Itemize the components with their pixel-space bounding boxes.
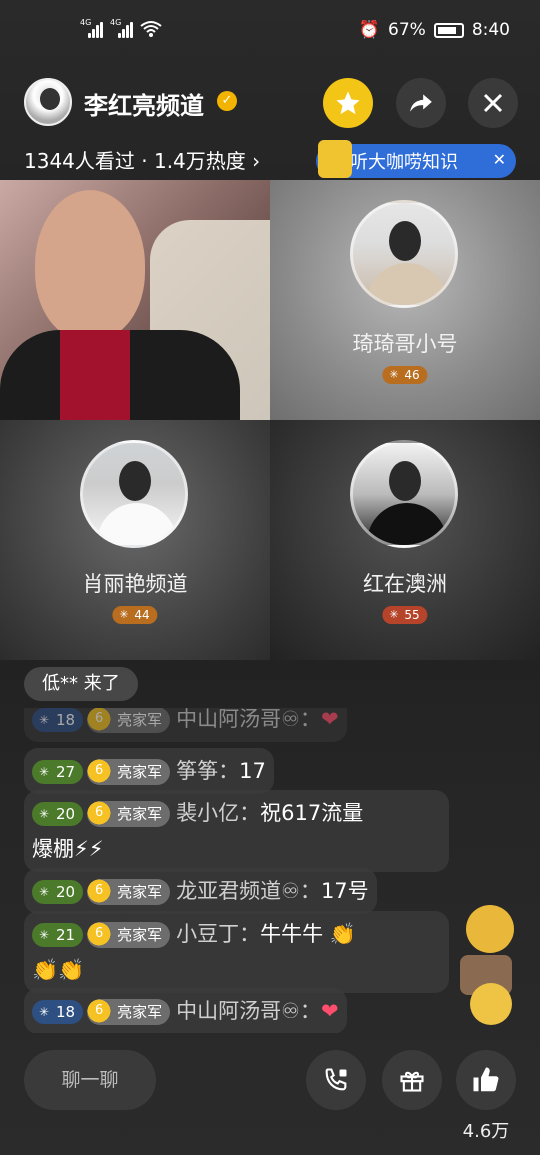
comment-text: 牛牛牛 👏 xyxy=(260,922,356,946)
phone-icon xyxy=(325,1068,347,1091)
guest-tile[interactable]: 肖丽艳频道 44 xyxy=(0,420,270,660)
comment-item: 20亮家军龙亚君频道♾：17号 xyxy=(24,868,377,914)
user-level-badge: 18 xyxy=(32,708,84,732)
user-level-badge: 20 xyxy=(32,802,84,826)
thumbs-up-icon xyxy=(473,1067,499,1092)
signal-icon: 4G xyxy=(80,18,103,38)
host-face xyxy=(35,190,145,340)
guest-name: 红在澳洲 xyxy=(363,572,447,596)
battery-percent: 67% xyxy=(388,20,426,40)
comment-user[interactable]: 小豆丁： xyxy=(176,922,260,946)
fan-badge: 亮家军 xyxy=(85,756,171,786)
guest-avatar xyxy=(350,200,458,308)
signal-icon: 4G xyxy=(110,18,133,38)
666-emoji-icon xyxy=(470,983,512,1025)
chat-input[interactable]: 聊一聊 xyxy=(24,1050,156,1110)
guest-avatar xyxy=(350,440,458,548)
guest-name: 肖丽艳频道 xyxy=(82,572,188,596)
channel-name[interactable]: 李红亮频道 xyxy=(84,86,204,121)
comment-user[interactable]: 龙亚君频道♾： xyxy=(176,879,321,903)
close-icon xyxy=(483,93,503,113)
share-icon xyxy=(410,94,432,112)
comment-user[interactable]: 裴小亿： xyxy=(176,801,260,825)
heart-icon: ❤ xyxy=(320,708,339,731)
status-bar: 4G 4G ⏰ 67% 8:40 xyxy=(0,0,540,62)
promo-banner[interactable]: 听大咖唠知识 ✕ xyxy=(316,140,516,178)
comment-item: 18亮家军中山阿汤哥♾：❤ xyxy=(24,708,347,742)
share-button[interactable] xyxy=(396,78,446,128)
guest-level-badge: 55 xyxy=(382,606,428,624)
viewer-stats[interactable]: 1344人看过 · 1.4万热度 › xyxy=(24,145,260,174)
fan-badge: 亮家军 xyxy=(85,876,171,906)
user-level-badge: 18 xyxy=(32,1000,84,1024)
fan-badge: 亮家军 xyxy=(85,919,171,949)
join-notice: 低** 来了 xyxy=(24,667,138,701)
comment-text: 17 xyxy=(239,759,266,783)
comment-text: 17号 xyxy=(320,879,369,903)
gift-icon xyxy=(400,1071,424,1092)
thinking-emoji-icon xyxy=(466,905,514,953)
wifi-icon xyxy=(140,21,162,37)
guest-tile[interactable]: 红在澳洲 55 xyxy=(270,420,540,660)
battery-icon xyxy=(433,22,464,38)
heart-icon: ❤ xyxy=(320,999,339,1023)
easel-icon xyxy=(318,140,352,178)
star-icon xyxy=(336,91,360,115)
host-avatar[interactable] xyxy=(24,78,72,126)
guest-level-badge: 44 xyxy=(112,606,158,624)
floating-reaction xyxy=(460,905,520,1035)
comment-user[interactable]: 筝筝： xyxy=(176,759,239,783)
host-video-tile[interactable] xyxy=(0,180,270,420)
fan-badge: 亮家军 xyxy=(85,996,171,1026)
comment-item: 20亮家军裴小亿：祝617流量爆棚⚡⚡ xyxy=(24,790,449,872)
comment-text: 祝617流量 xyxy=(260,801,364,825)
call-button[interactable] xyxy=(306,1050,366,1110)
comment-user[interactable]: 中山阿汤哥♾： xyxy=(176,708,321,731)
close-button[interactable] xyxy=(468,78,518,128)
user-level-badge: 20 xyxy=(32,880,84,904)
banner-close-icon[interactable]: ✕ xyxy=(493,150,506,169)
clock: 8:40 xyxy=(471,20,510,40)
favorite-button[interactable] xyxy=(323,78,373,128)
comment-item: 18亮家军中山阿汤哥♾：❤ xyxy=(24,988,347,1033)
comment-user[interactable]: 中山阿汤哥♾： xyxy=(176,999,321,1023)
verified-badge-icon: ✓ xyxy=(217,91,237,111)
user-level-badge: 27 xyxy=(32,760,84,784)
gift-button[interactable] xyxy=(382,1050,442,1110)
user-level-badge: 21 xyxy=(32,923,84,947)
like-count: 4.6万 xyxy=(462,1121,510,1142)
comment-item: 21亮家军小豆丁：牛牛牛 👏 👏👏 xyxy=(24,911,449,993)
comment-text: 👏👏 xyxy=(32,958,85,982)
like-button[interactable] xyxy=(456,1050,516,1110)
guest-level-badge: 46 xyxy=(382,366,428,384)
fan-badge: 亮家军 xyxy=(85,708,171,734)
alarm-icon: ⏰ xyxy=(358,20,381,40)
banner-text: 听大咖唠知识 xyxy=(350,152,458,173)
comment-list[interactable]: 18亮家军中山阿汤哥♾：❤ 27亮家军筝筝：17 20亮家军裴小亿：祝617流量… xyxy=(24,708,454,1033)
guest-tile[interactable]: 琦琦哥小号 46 xyxy=(270,180,540,420)
guest-avatar xyxy=(80,440,188,548)
comment-text: 爆棚⚡⚡ xyxy=(32,837,104,861)
comment-item: 27亮家军筝筝：17 xyxy=(24,748,274,794)
guest-name: 琦琦哥小号 xyxy=(352,332,458,356)
fan-badge: 亮家军 xyxy=(85,798,171,828)
